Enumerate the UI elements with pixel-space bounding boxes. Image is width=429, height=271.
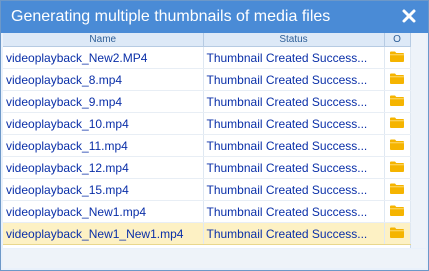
open-folder-cell[interactable]: [384, 200, 411, 223]
table-row[interactable]: videoplayback_New1_New1.mp4 Thumbnail Cre…: [3, 222, 411, 245]
table-row[interactable]: videoplayback_New1.mp4 Thumbnail Created …: [3, 200, 411, 223]
file-name-cell[interactable]: videoplayback_12.mp4: [3, 156, 204, 179]
table-row[interactable]: videoplayback_12.mp4 Thumbnail Created Su…: [3, 156, 411, 179]
status-cell: Thumbnail Created Success...: [203, 134, 385, 157]
folder-icon[interactable]: [390, 139, 404, 153]
folder-icon[interactable]: [390, 227, 404, 241]
file-grid: Name Status O videoplayback_New2.MP4 Thum…: [3, 33, 411, 248]
open-folder-cell[interactable]: [384, 68, 411, 91]
open-folder-cell[interactable]: [384, 90, 411, 113]
folder-icon[interactable]: [390, 161, 404, 175]
table-row[interactable]: videoplayback_8.mp4 Thumbnail Created Suc…: [3, 68, 411, 91]
status-cell: Thumbnail Created Success...: [203, 90, 385, 113]
file-table: Name Status O videoplayback_New2.MP4 Thum…: [3, 33, 411, 245]
file-name-cell[interactable]: videoplayback_New1_New1.mp4: [3, 222, 204, 245]
open-folder-cell[interactable]: [384, 178, 411, 201]
folder-icon[interactable]: [390, 183, 404, 197]
folder-icon[interactable]: [390, 205, 404, 219]
dialog-title: Generating multiple thumbnails of media …: [11, 8, 331, 25]
table-row[interactable]: videoplayback_11.mp4 Thumbnail Created Su…: [3, 134, 411, 157]
vertical-scrollbar[interactable]: [411, 33, 426, 248]
status-cell: Thumbnail Created Success...: [203, 46, 385, 69]
horizontal-scrollbar[interactable]: [3, 249, 426, 268]
file-name-cell[interactable]: videoplayback_8.mp4: [3, 68, 204, 91]
file-name-cell[interactable]: videoplayback_New2.MP4: [3, 46, 204, 69]
table-row[interactable]: videoplayback_9.mp4 Thumbnail Created Suc…: [3, 90, 411, 113]
open-folder-cell[interactable]: [384, 156, 411, 179]
file-name-cell[interactable]: videoplayback_11.mp4: [3, 134, 204, 157]
folder-icon[interactable]: [390, 73, 404, 87]
status-cell: Thumbnail Created Success...: [203, 112, 385, 135]
column-header-open[interactable]: O: [384, 33, 411, 47]
status-cell: Thumbnail Created Success...: [203, 156, 385, 179]
open-folder-cell[interactable]: [384, 222, 411, 245]
column-header-name[interactable]: Name: [3, 33, 204, 47]
table-row[interactable]: videoplayback_10.mp4 Thumbnail Created Su…: [3, 112, 411, 135]
open-folder-cell[interactable]: [384, 134, 411, 157]
folder-icon[interactable]: [390, 51, 404, 65]
status-cell: Thumbnail Created Success...: [203, 178, 385, 201]
title-bar: Generating multiple thumbnails of media …: [1, 1, 428, 33]
folder-icon[interactable]: [390, 117, 404, 131]
file-name-cell[interactable]: videoplayback_New1.mp4: [3, 200, 204, 223]
status-cell: Thumbnail Created Success...: [203, 68, 385, 91]
open-folder-cell[interactable]: [384, 46, 411, 69]
status-cell: Thumbnail Created Success...: [203, 222, 385, 245]
open-folder-cell[interactable]: [384, 112, 411, 135]
file-name-cell[interactable]: videoplayback_9.mp4: [3, 90, 204, 113]
status-cell: Thumbnail Created Success...: [203, 200, 385, 223]
table-row[interactable]: videoplayback_15.mp4 Thumbnail Created Su…: [3, 178, 411, 201]
column-header-status[interactable]: Status: [203, 33, 385, 47]
close-icon[interactable]: [399, 6, 419, 26]
file-name-cell[interactable]: videoplayback_15.mp4: [3, 178, 204, 201]
folder-icon[interactable]: [390, 95, 404, 109]
header-row: Name Status O: [3, 33, 411, 47]
thumbnail-dialog: Generating multiple thumbnails of media …: [0, 0, 429, 271]
file-name-cell[interactable]: videoplayback_10.mp4: [3, 112, 204, 135]
table-row[interactable]: videoplayback_New2.MP4 Thumbnail Created …: [3, 46, 411, 69]
